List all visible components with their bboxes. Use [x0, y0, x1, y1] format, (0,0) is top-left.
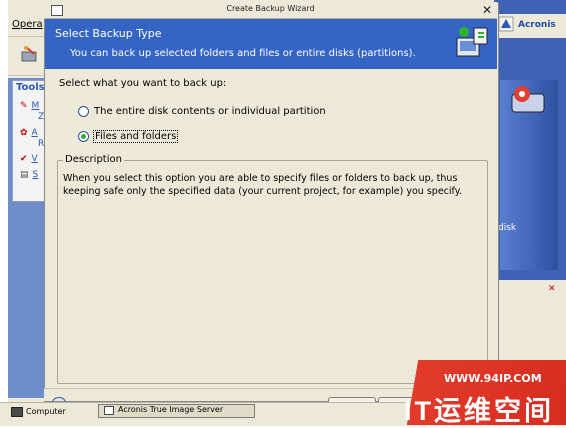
tools-panel-title: Tools: [16, 82, 45, 93]
option-label[interactable]: The entire disk contents or individual p…: [93, 106, 327, 117]
watermark-brand: IT运维空间: [404, 396, 554, 426]
description-text: When you select this option you are able…: [63, 173, 462, 197]
tool-icon: ✔: [20, 154, 28, 164]
dialog-title: Create Backup Wizard: [226, 4, 315, 13]
acronis-logo-icon: [498, 16, 514, 32]
computer-icon[interactable]: [11, 407, 23, 417]
watermark-url: WWW.94IP.COM: [444, 372, 542, 385]
backup-wizard-icon: [456, 27, 488, 57]
option-files-and-folders[interactable]: Files and folders: [78, 129, 179, 143]
description-legend: Description: [63, 154, 124, 165]
disk-panel-label: disk: [498, 223, 517, 233]
option-entire-disk[interactable]: The entire disk contents or individual p…: [78, 104, 327, 118]
tool-icon: ✿: [20, 128, 28, 138]
tool-icon: ✎: [20, 101, 28, 111]
option-label[interactable]: Files and folders: [93, 129, 179, 143]
wizard-step-title: Select Backup Type: [55, 27, 162, 40]
window-icon: [104, 406, 114, 415]
dialog-close-icon[interactable]: ✕: [482, 3, 492, 17]
tool-icon: ▤: [20, 170, 29, 180]
taskbar-computer-label[interactable]: Computer: [26, 407, 66, 416]
close-icon[interactable]: ✕: [548, 284, 560, 294]
acronis-logo-text: Acronis: [518, 20, 556, 30]
backup-type-prompt: Select what you want to back up:: [59, 78, 227, 89]
tools-item-3[interactable]: ✔ V: [20, 153, 46, 167]
tools-item-4[interactable]: ▤ S: [20, 169, 46, 183]
taskbar-task-label: Acronis True Image Server: [118, 405, 224, 414]
backup-gear-icon: [511, 86, 545, 113]
backup-toolbar-icon[interactable]: [20, 44, 40, 64]
wizard-step-subtitle: You can back up selected folders and fil…: [70, 48, 416, 59]
radio-button-selected[interactable]: [78, 130, 89, 142]
menu-operations[interactable]: Opera: [12, 19, 43, 30]
radio-button[interactable]: [78, 105, 89, 117]
